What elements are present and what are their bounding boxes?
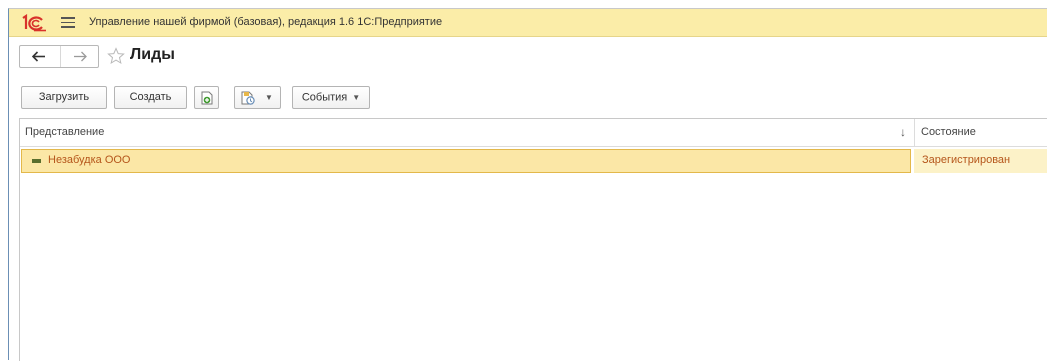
column-header-name[interactable]: Представление <box>25 126 104 138</box>
sort-descending-icon[interactable]: ↓ <box>900 125 906 139</box>
hamburger-menu-icon[interactable] <box>61 17 75 28</box>
events-dropdown-button[interactable]: События ▼ <box>292 86 370 109</box>
cell-name[interactable]: Незабудка ООО <box>48 154 131 166</box>
1c-logo-icon[interactable] <box>21 13 47 32</box>
navigation-buttons <box>19 45 99 68</box>
arrow-right-icon <box>74 51 87 62</box>
page-title: Лиды <box>130 46 175 63</box>
document-print-icon <box>241 91 255 105</box>
column-header-state[interactable]: Состояние <box>921 126 976 138</box>
forward-button[interactable] <box>60 46 100 67</box>
back-button[interactable] <box>20 46 59 67</box>
create-button[interactable]: Создать <box>114 86 187 109</box>
events-label: События <box>301 91 348 104</box>
item-status-icon <box>32 159 41 163</box>
arrow-left-icon <box>32 51 45 62</box>
chevron-down-icon: ▼ <box>352 93 361 102</box>
chevron-down-icon: ▼ <box>265 93 273 102</box>
document-menu-button[interactable]: ▼ <box>234 86 281 109</box>
window-title: Управление нашей фирмой (базовая), редак… <box>89 16 443 28</box>
column-divider[interactable] <box>914 119 915 147</box>
selected-cell[interactable] <box>21 149 911 173</box>
title-bar: Управление нашей фирмой (базовая), редак… <box>9 9 1047 37</box>
app-window: Управление нашей фирмой (базовая), редак… <box>8 8 1047 361</box>
star-outline-icon[interactable] <box>107 47 125 65</box>
cell-state[interactable]: Зарегистрирован <box>922 154 1010 166</box>
add-document-icon <box>201 91 213 105</box>
table-row[interactable]: Незабудка ООО Зарегистрирован <box>21 149 1047 173</box>
add-document-button[interactable] <box>194 86 219 109</box>
table-header: Представление ↓ Состояние <box>20 119 1047 147</box>
load-button[interactable]: Загрузить <box>21 86 107 109</box>
leads-table: Представление ↓ Состояние Незабудка ООО … <box>19 118 1047 361</box>
